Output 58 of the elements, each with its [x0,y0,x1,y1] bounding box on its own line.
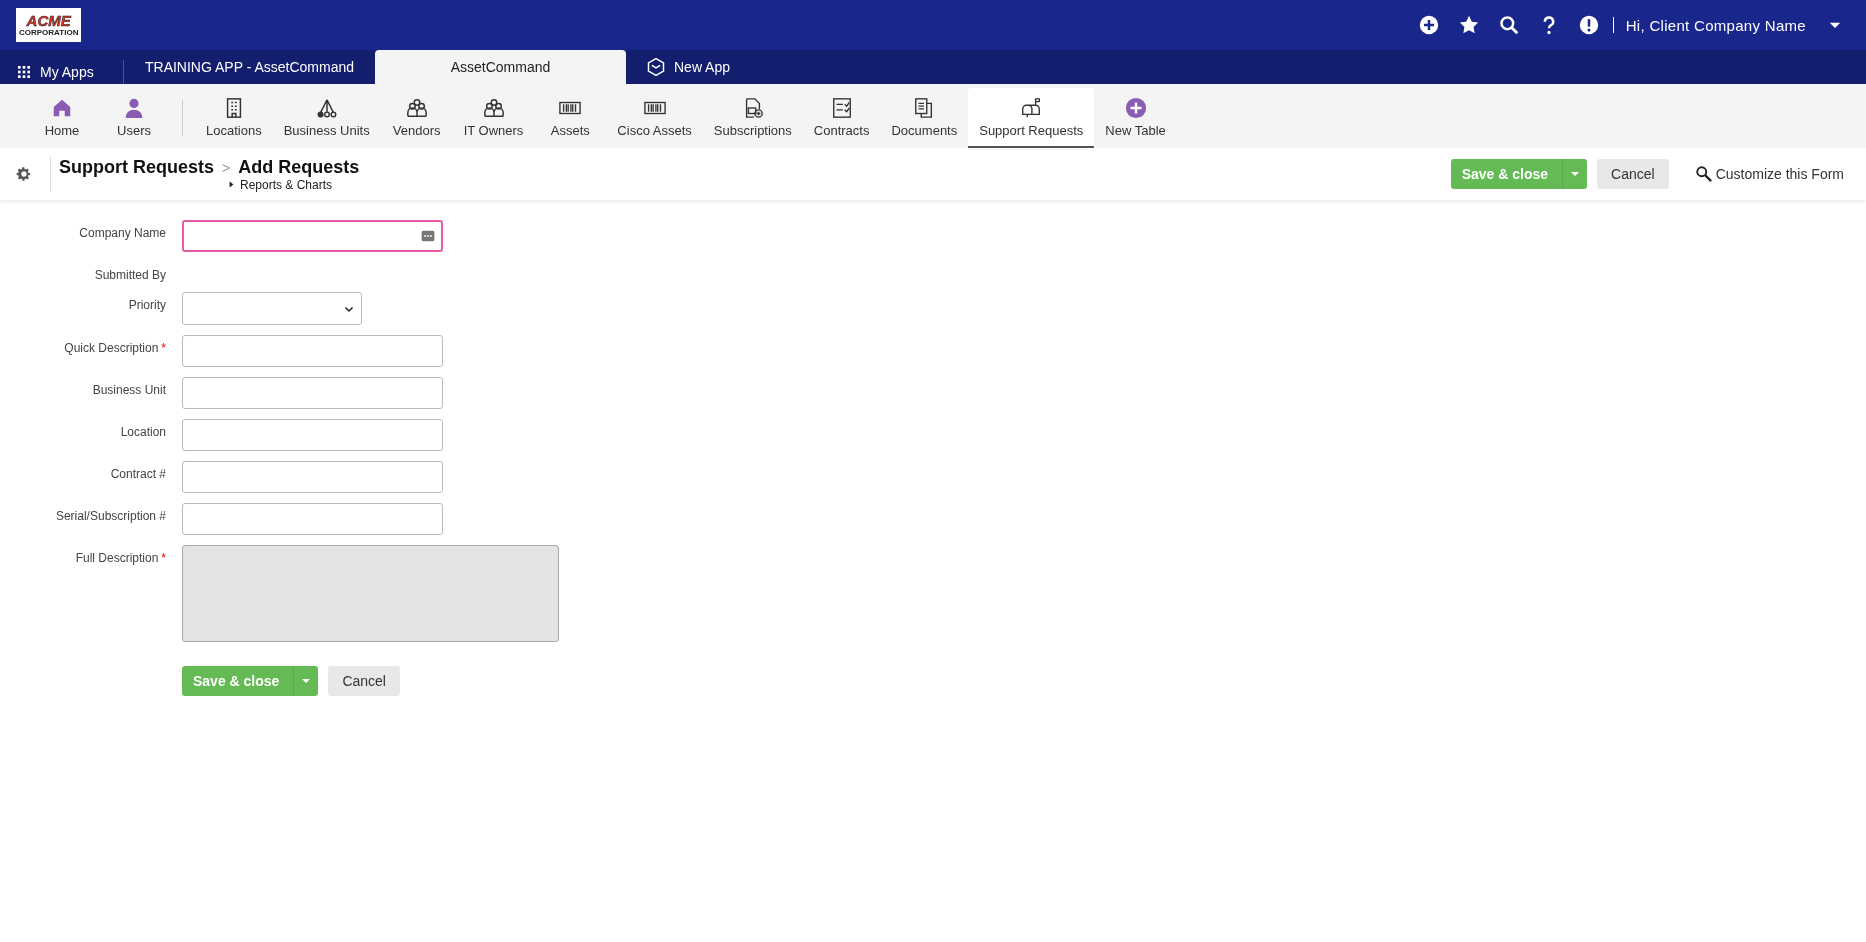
breadcrumb-link[interactable]: Support Requests [59,156,214,178]
field-label: Quick Description * [63,340,166,355]
cancel-button[interactable]: Cancel [328,666,400,696]
text-field[interactable] [182,503,443,535]
field-label: Location [119,424,166,439]
priority-dropdown[interactable] [182,292,362,325]
breadcrumb-separator: > [222,159,231,176]
grid-icon [16,64,32,80]
plus-circle-icon [1124,96,1147,119]
company-name-field[interactable] [182,220,443,252]
settings-icon [16,166,32,182]
text-field[interactable] [182,377,443,409]
mailbox-icon [1020,96,1043,119]
nav-tab[interactable]: Locations [195,88,273,148]
cube-icon [646,57,666,77]
people-icon [482,96,505,119]
field-label: Submitted By [93,267,166,282]
text-field[interactable] [182,335,443,367]
customize-form-link[interactable]: Customize this Form [1688,164,1850,184]
alert-icon [1578,15,1599,35]
text-field[interactable] [182,419,443,451]
nav-tab[interactable]: Cisco Assets [606,88,703,148]
field-label: Priority [127,297,166,312]
triangle-icon [227,180,236,189]
nav-tab[interactable]: Support Requests [968,88,1095,148]
magnifier-icon [1694,165,1713,183]
nav-tab[interactable]: Documents [880,88,969,148]
field-label: Business Unit [91,382,166,397]
app-tab[interactable]: New App [626,50,751,84]
cancel-button[interactable]: Cancel [1597,159,1669,189]
checklist-icon [830,96,853,119]
star-icon [1458,15,1479,35]
people-icon [405,96,428,119]
company-logo: ACME CORPORATION [16,8,82,42]
nav-tab[interactable]: Subscriptions [702,88,803,148]
field-label: Full Description * [74,550,166,565]
app-tab[interactable]: AssetCommand [375,50,626,84]
nav-tab[interactable]: New Table [1094,88,1177,148]
plus-circle-icon [1418,15,1439,35]
nav-tab[interactable]: Vendors [380,88,453,148]
user-icon [123,96,145,119]
reports-charts-toggle[interactable]: Reports & Charts [227,177,360,192]
more-icon [421,229,435,243]
nav-tab[interactable]: Assets [534,88,607,148]
tree-icon [315,96,338,119]
nav-tab[interactable]: Users [98,88,170,148]
search-icon [1498,15,1519,35]
app-tab[interactable]: TRAINING APP - AssetCommand [124,50,375,84]
nav-tab[interactable]: Contracts [802,88,881,148]
user-greeting[interactable]: Hi, Client Company Name [1625,16,1806,34]
nav-tab[interactable]: Home [26,88,98,148]
page-title: Add Requests [238,156,360,178]
field-label: Serial/Subscription # [54,508,166,523]
field-label: Company Name [78,225,166,240]
text-field[interactable] [182,461,443,493]
nav-tab[interactable]: IT Owners [452,88,535,148]
field-label: Contract # [109,466,166,481]
nav-tab[interactable]: Business Units [272,88,381,148]
